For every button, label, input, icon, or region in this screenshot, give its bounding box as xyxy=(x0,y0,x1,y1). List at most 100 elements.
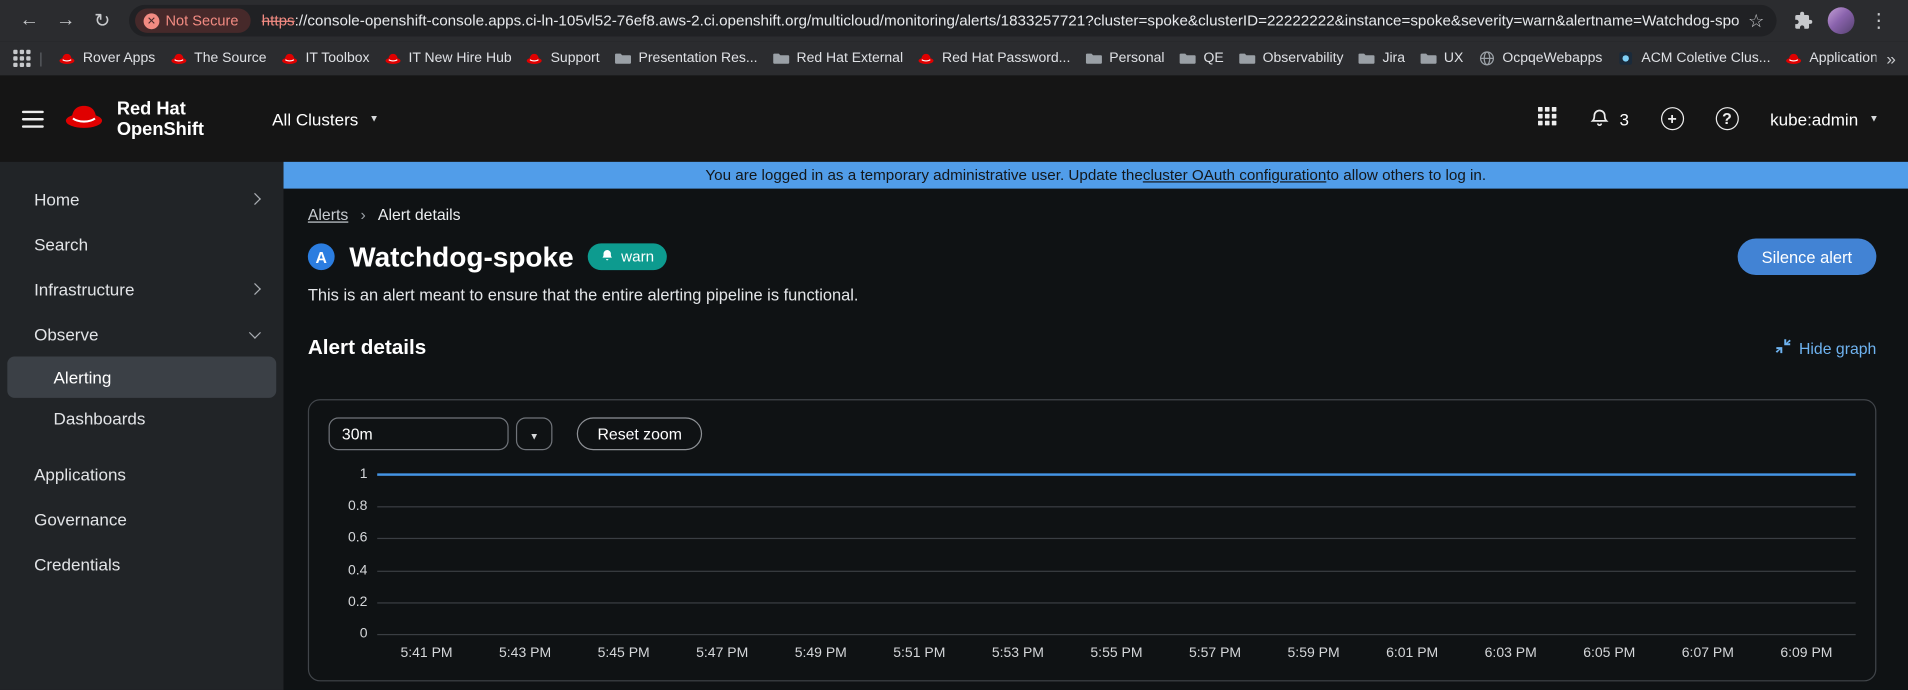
line-chart: 00.20.40.60.81 5:41 PM5:43 PM5:45 PM5:47… xyxy=(329,475,1856,668)
back-icon[interactable]: ← xyxy=(12,4,46,38)
bookmark-it-new-hire-hub[interactable]: IT New Hire Hub xyxy=(378,46,518,70)
bookmark-red-hat-password[interactable]: Red Hat Password... xyxy=(912,46,1077,70)
notifications-button[interactable]: 3 xyxy=(1589,106,1629,130)
bookmark-label: UX xyxy=(1444,51,1463,66)
chevron-right-icon xyxy=(249,193,261,205)
y-tick-label: 0.2 xyxy=(348,595,367,610)
hamburger-menu-icon[interactable] xyxy=(22,110,44,127)
bookmark-label: Jira xyxy=(1382,51,1405,66)
x-tick-label: 5:49 PM xyxy=(795,646,847,661)
bookmark-qe[interactable]: QE xyxy=(1173,46,1230,70)
redhat-icon xyxy=(170,50,187,67)
chart-y-axis: 00.20.40.60.81 xyxy=(329,475,378,634)
login-banner: You are logged in as a temporary adminis… xyxy=(284,162,1908,189)
banner-text-prefix: You are logged in as a temporary adminis… xyxy=(705,167,1142,184)
folder-icon xyxy=(1420,50,1437,67)
brand-line2: OpenShift xyxy=(117,119,204,140)
sidebar-item-observe[interactable]: Observe xyxy=(0,312,284,357)
x-tick-label: 5:59 PM xyxy=(1288,646,1340,661)
extensions-icon[interactable] xyxy=(1786,4,1820,38)
acm-icon xyxy=(1617,50,1634,67)
bookmark-applications-konf[interactable]: Applications | Konf... xyxy=(1779,46,1877,70)
x-tick-label: 5:45 PM xyxy=(598,646,650,661)
time-range-input[interactable] xyxy=(329,417,509,450)
bookmark-acm-coletive-clus[interactable]: ACM Coletive Clus... xyxy=(1611,46,1777,70)
bookmark-star-icon[interactable]: ☆ xyxy=(1748,10,1764,32)
sidebar-item-label: Infrastructure xyxy=(34,279,134,298)
bookmark-rover-apps[interactable]: Rover Apps xyxy=(52,46,161,70)
bookmark-jira[interactable]: Jira xyxy=(1352,46,1411,70)
sidebar-item-applications[interactable]: Applications xyxy=(0,451,284,496)
profile-avatar[interactable] xyxy=(1828,7,1855,34)
add-icon[interactable]: + xyxy=(1661,107,1684,130)
breadcrumb-alerts-link[interactable]: Alerts xyxy=(308,206,348,224)
breadcrumb: Alerts › Alert details xyxy=(308,206,1877,224)
y-tick-label: 1 xyxy=(360,467,368,482)
reset-zoom-button[interactable]: Reset zoom xyxy=(577,417,703,450)
screen: ← → ↻ ✕ Not Secure https://console-opens… xyxy=(0,0,1908,690)
sidebar-item-alerting[interactable]: Alerting xyxy=(7,357,276,398)
page-content: Alerts › Alert details A Watchdog-spoke … xyxy=(284,189,1908,682)
title-row: A Watchdog-spoke warn Silence alert xyxy=(308,239,1877,276)
apps-grid-icon[interactable] xyxy=(12,49,31,68)
x-tick-label: 6:09 PM xyxy=(1780,646,1832,661)
bookmark-ux[interactable]: UX xyxy=(1414,46,1470,70)
sidebar-item-home[interactable]: Home xyxy=(0,176,284,221)
masthead-actions: 3 + ? kube:admin ▼ xyxy=(1537,105,1879,132)
app-launcher-icon[interactable] xyxy=(1537,105,1558,132)
bookmark-personal[interactable]: Personal xyxy=(1079,46,1171,70)
oauth-config-link[interactable]: cluster OAuth configuration xyxy=(1143,167,1326,184)
sidebar-item-label: Governance xyxy=(34,509,127,528)
user-name: kube:admin xyxy=(1770,109,1858,128)
sidebar-item-credentials[interactable]: Credentials xyxy=(0,541,284,586)
user-menu[interactable]: kube:admin ▼ xyxy=(1770,109,1879,128)
bookmarks-overflow-icon[interactable]: » xyxy=(1879,49,1896,68)
x-tick-label: 5:41 PM xyxy=(400,646,452,661)
cluster-selector[interactable]: All Clusters ▼ xyxy=(272,109,379,128)
sidebar-item-search[interactable]: Search xyxy=(0,221,284,266)
browser-menu-icon[interactable]: ⋮ xyxy=(1862,4,1896,38)
sidebar-item-label: Alerting xyxy=(54,367,112,386)
bookmarks-separator: | xyxy=(39,50,43,67)
security-chip[interactable]: ✕ Not Secure xyxy=(135,9,251,33)
bookmark-label: IT Toolbox xyxy=(305,51,369,66)
chevron-right-icon: › xyxy=(360,206,365,224)
chevron-right-icon xyxy=(249,283,261,295)
chevron-down-icon xyxy=(249,326,261,338)
folder-icon xyxy=(1085,50,1102,67)
x-tick-label: 5:47 PM xyxy=(696,646,748,661)
forward-icon[interactable]: → xyxy=(49,4,83,38)
bookmark-presentation-res[interactable]: Presentation Res... xyxy=(608,46,764,70)
y-tick-label: 0.4 xyxy=(348,563,367,578)
bookmark-label: OcpqeWebapps xyxy=(1502,51,1602,66)
sidebar-item-dashboards[interactable]: Dashboards xyxy=(0,398,284,439)
bookmark-label: Observability xyxy=(1263,51,1344,66)
sidebar-nav: Home Search Infrastructure Observe Alerting D… xyxy=(0,162,284,690)
address-bar[interactable]: ✕ Not Secure https://console-openshift-c… xyxy=(129,5,1777,37)
severity-badge-label: warn xyxy=(621,248,654,265)
main-content: You are logged in as a temporary adminis… xyxy=(284,162,1908,690)
series-line-watchdog-spoke xyxy=(377,473,1855,475)
reload-icon[interactable]: ↻ xyxy=(85,4,119,38)
bookmark-ocpqewebapps[interactable]: OcpqeWebapps xyxy=(1472,46,1609,70)
time-range-dropdown-toggle[interactable]: ▼ xyxy=(516,417,553,450)
x-tick-label: 5:53 PM xyxy=(992,646,1044,661)
sidebar-item-label: Home xyxy=(34,189,79,208)
bookmark-it-toolbox[interactable]: IT Toolbox xyxy=(275,46,376,70)
alert-description: This is an alert meant to ensure that th… xyxy=(308,286,1877,304)
x-tick-label: 5:55 PM xyxy=(1090,646,1142,661)
bookmark-support[interactable]: Support xyxy=(520,46,606,70)
cluster-selector-label: All Clusters xyxy=(272,109,358,128)
gridline xyxy=(377,634,1855,635)
bookmark-observability[interactable]: Observability xyxy=(1232,46,1349,70)
bookmark-the-source[interactable]: The Source xyxy=(164,46,273,70)
sidebar-item-infrastructure[interactable]: Infrastructure xyxy=(0,266,284,311)
bookmark-red-hat-external[interactable]: Red Hat External xyxy=(766,46,909,70)
chevron-down-icon: ▼ xyxy=(529,431,539,442)
bell-icon xyxy=(600,248,615,266)
help-icon[interactable]: ? xyxy=(1715,107,1738,130)
hide-graph-link[interactable]: Hide graph xyxy=(1776,338,1877,357)
silence-alert-button[interactable]: Silence alert xyxy=(1737,239,1876,276)
sidebar-item-governance[interactable]: Governance xyxy=(0,496,284,541)
bookmark-label: Red Hat External xyxy=(796,51,903,66)
